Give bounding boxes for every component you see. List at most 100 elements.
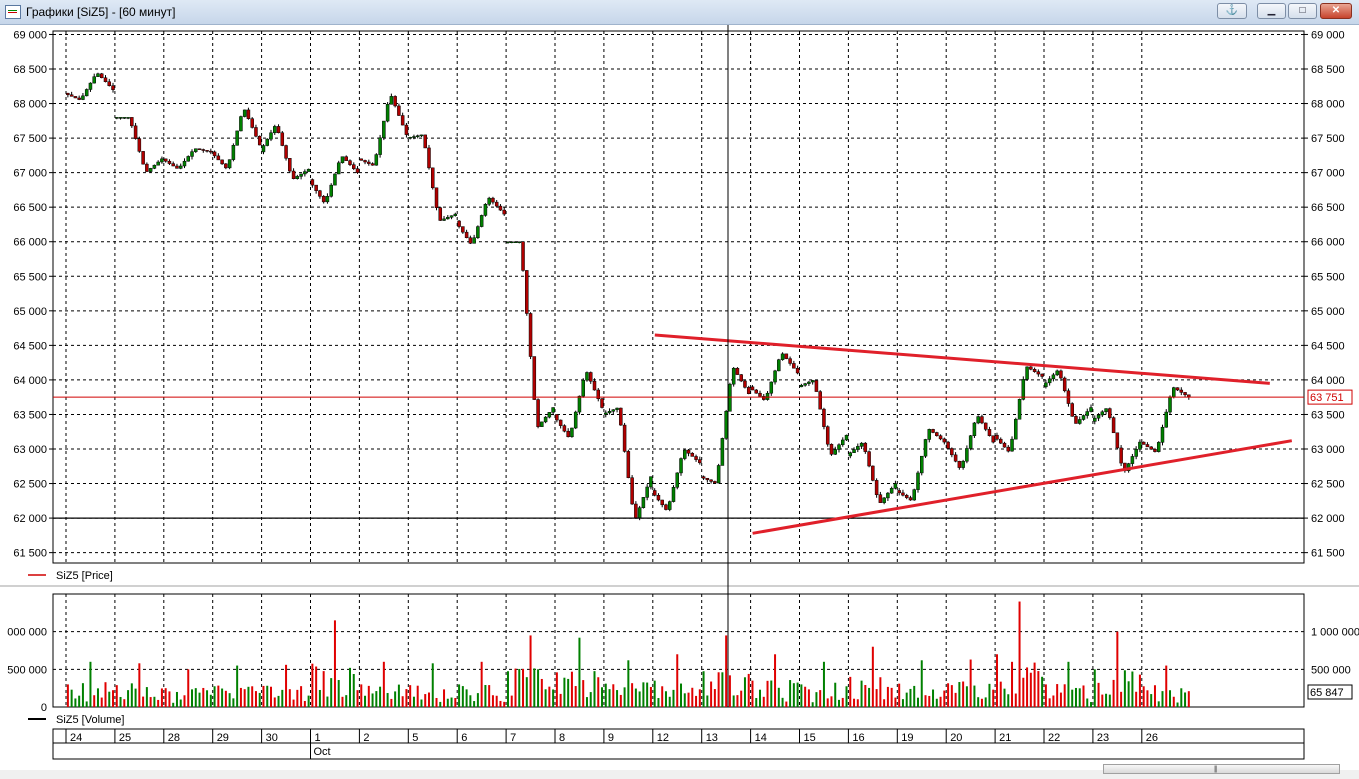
volume-bar bbox=[969, 659, 972, 707]
candle bbox=[438, 206, 443, 221]
candle bbox=[536, 398, 540, 429]
volume-bar bbox=[830, 696, 833, 707]
candle bbox=[912, 488, 916, 501]
price-tick-label-left: 68 000 bbox=[13, 99, 47, 111]
day-label: 20 bbox=[950, 732, 962, 744]
volume-bar bbox=[698, 689, 701, 707]
volume-bar bbox=[774, 654, 777, 707]
candle-body bbox=[1183, 392, 1187, 396]
volume-bar bbox=[563, 677, 566, 707]
candle-body bbox=[212, 151, 217, 157]
volume-bar bbox=[1169, 690, 1172, 707]
volume-bar bbox=[634, 688, 637, 707]
volume-bar bbox=[947, 683, 950, 707]
candle-body bbox=[415, 135, 420, 137]
price-tick-label-left: 64 000 bbox=[13, 375, 47, 387]
candle-body bbox=[231, 145, 236, 160]
price-tick-label-left: 68 500 bbox=[13, 64, 47, 76]
volume-bar bbox=[875, 689, 878, 707]
candle-body bbox=[137, 138, 142, 152]
candle-body bbox=[558, 419, 563, 426]
price-tick-label-left: 62 500 bbox=[13, 479, 47, 491]
candle-body bbox=[472, 237, 476, 244]
candle bbox=[242, 109, 247, 118]
candle-body bbox=[367, 161, 371, 164]
price-tick-label-right: 68 000 bbox=[1311, 99, 1345, 111]
candlestick-chart[interactable]: 63 751 61 500 61 500 62 000 62 000 62 500 62 … bbox=[0, 25, 1359, 770]
candle bbox=[867, 450, 871, 468]
chart-area[interactable]: 63 751 61 500 61 500 62 000 62 000 62 500 62 … bbox=[0, 25, 1359, 770]
day-label: 25 bbox=[119, 732, 131, 744]
candle-body bbox=[393, 96, 397, 107]
candle bbox=[570, 427, 574, 438]
candle-body bbox=[69, 94, 74, 97]
candle-body bbox=[720, 438, 725, 466]
scrollbar-grip-icon[interactable]: ||| bbox=[1214, 766, 1218, 773]
day-label: 2 bbox=[363, 732, 369, 744]
volume-bar bbox=[96, 688, 99, 707]
candle-body bbox=[773, 370, 777, 383]
candle bbox=[152, 164, 157, 170]
close-button[interactable]: ✕ bbox=[1320, 3, 1352, 19]
volume-tick-label-left: 000 000 bbox=[7, 627, 47, 639]
candle-body bbox=[382, 120, 386, 139]
candle-body bbox=[178, 165, 183, 169]
candle-body bbox=[965, 448, 969, 462]
minimize-button[interactable]: ▁ bbox=[1257, 3, 1286, 19]
candle-body bbox=[265, 138, 269, 146]
candle-body bbox=[1141, 441, 1146, 445]
volume-bar bbox=[1059, 692, 1062, 707]
candle bbox=[479, 214, 484, 228]
candle-body bbox=[321, 196, 326, 203]
candle-body bbox=[886, 492, 890, 499]
candle-body bbox=[1070, 403, 1074, 417]
volume-tick-label-left: 500 000 bbox=[7, 664, 47, 676]
volume-bar bbox=[999, 681, 1002, 707]
day-label: 30 bbox=[266, 732, 278, 744]
candle-body bbox=[254, 127, 258, 137]
candle-body bbox=[329, 184, 333, 197]
maximize-button[interactable]: □ bbox=[1288, 3, 1317, 19]
candle-body bbox=[103, 77, 108, 83]
day-label: 8 bbox=[559, 732, 565, 744]
volume-bar bbox=[454, 698, 457, 707]
candle-body bbox=[938, 435, 943, 440]
candle-body bbox=[1047, 378, 1052, 384]
volume-bar bbox=[345, 695, 348, 707]
candle-body bbox=[536, 399, 540, 427]
volume-bar bbox=[228, 693, 231, 707]
candle-body bbox=[434, 187, 439, 208]
chart-app-icon bbox=[5, 5, 21, 19]
volume-bar bbox=[649, 686, 652, 707]
candle-body bbox=[438, 207, 443, 221]
candle-body bbox=[871, 465, 875, 481]
horizontal-scrollbar[interactable]: ||| bbox=[1103, 764, 1340, 774]
candle-body bbox=[479, 215, 484, 227]
volume-bar bbox=[119, 696, 122, 707]
candle bbox=[976, 415, 980, 425]
candle-body bbox=[1036, 371, 1041, 375]
volume-bar bbox=[728, 675, 731, 707]
candle-body bbox=[314, 184, 318, 191]
candle-body bbox=[1096, 414, 1101, 419]
candle bbox=[573, 410, 578, 430]
candle-body bbox=[1130, 456, 1135, 464]
candle-body bbox=[476, 226, 480, 238]
candle bbox=[99, 72, 104, 79]
candle bbox=[675, 472, 679, 490]
candle-body bbox=[167, 160, 172, 164]
volume-bar bbox=[164, 688, 167, 707]
candle-body bbox=[209, 150, 213, 153]
volume-bar bbox=[1176, 702, 1179, 707]
day-label: 14 bbox=[755, 732, 767, 744]
candle-body bbox=[1089, 407, 1093, 412]
volume-bar bbox=[318, 689, 321, 707]
volume-bar bbox=[303, 700, 306, 707]
candle-body bbox=[799, 384, 804, 388]
volume-bar bbox=[202, 687, 205, 707]
anchor-icon[interactable]: ⚓ bbox=[1217, 3, 1247, 19]
candle bbox=[920, 455, 924, 476]
volume-bar bbox=[213, 686, 216, 707]
volume-bar bbox=[390, 698, 393, 707]
candle bbox=[340, 156, 345, 164]
